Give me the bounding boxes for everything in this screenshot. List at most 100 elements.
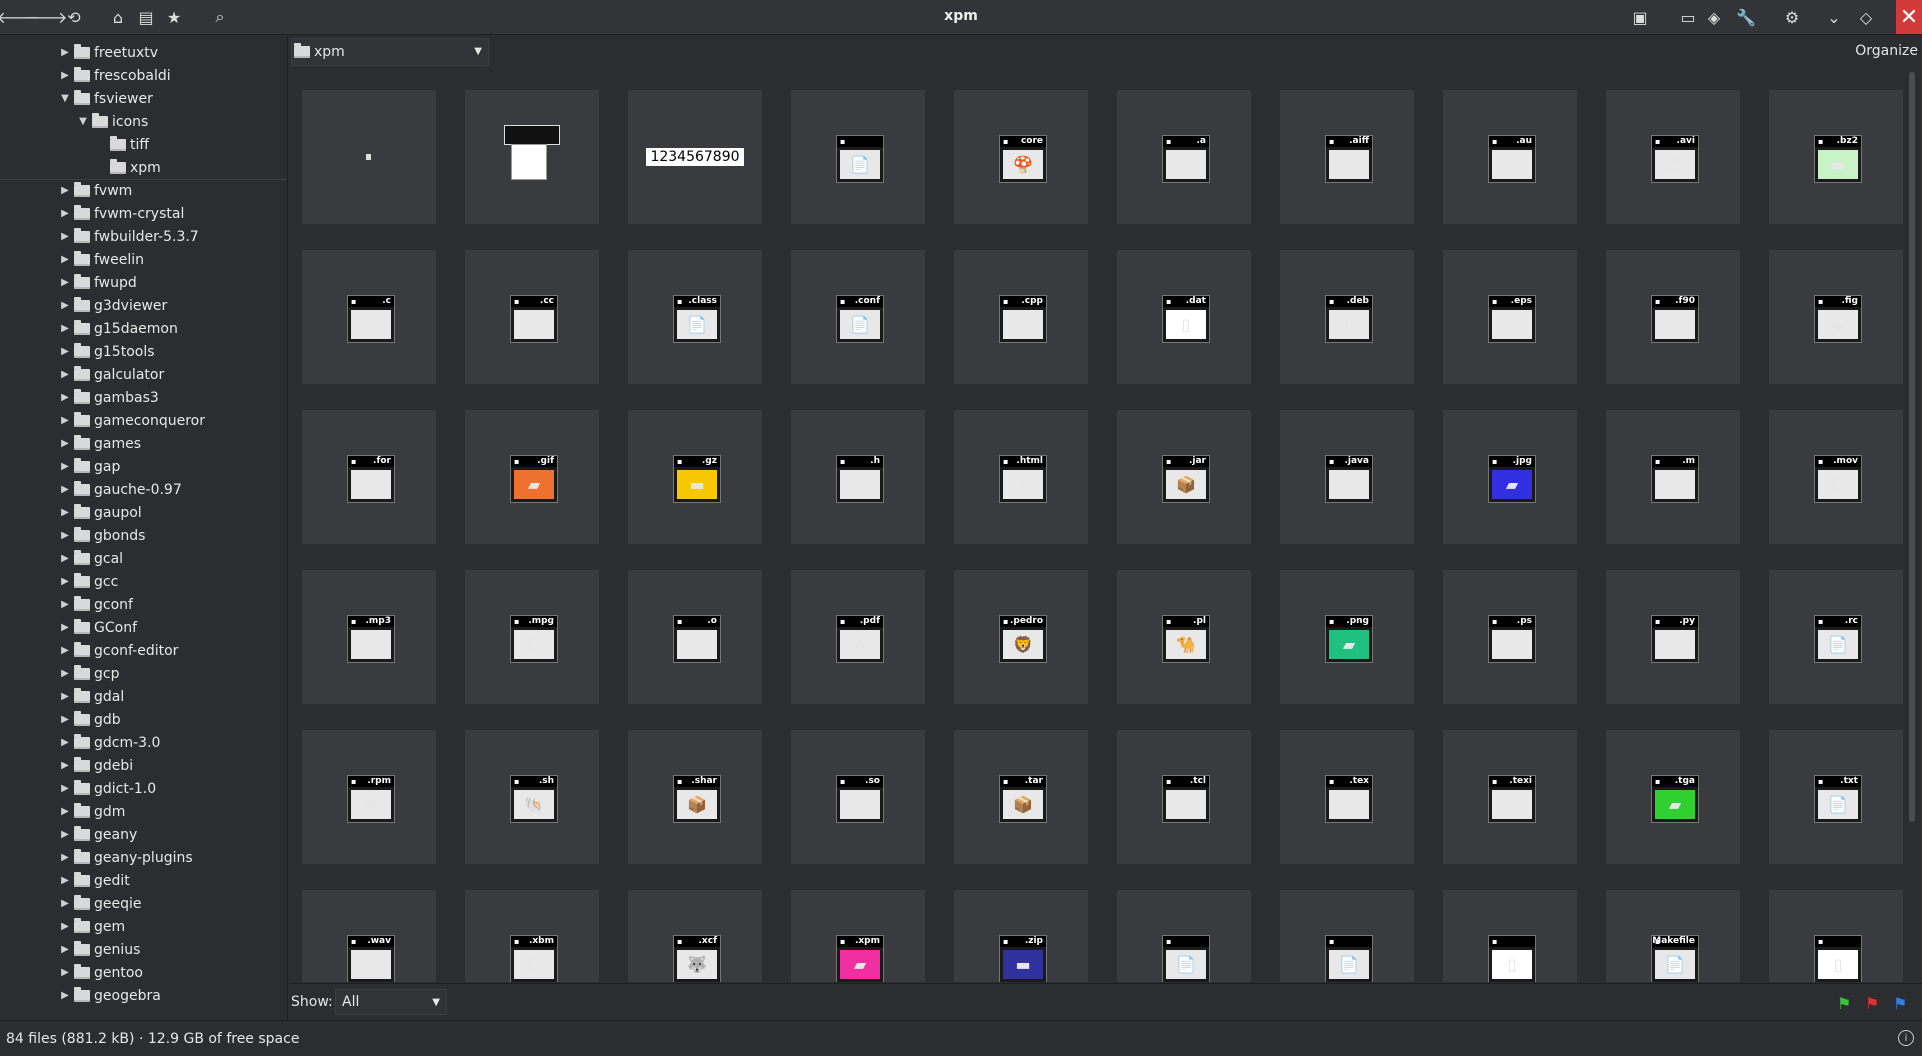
sidebar-item[interactable]: ▶ gconf-editor — [0, 639, 287, 662]
thumbnail-tile[interactable]: .wav ▪ 〰 — [302, 890, 436, 982]
chevron-right-icon[interactable]: ▶ — [58, 898, 72, 909]
thumbnail-tile[interactable]: .dat ▪ ▯ — [1117, 250, 1251, 384]
chevron-right-icon[interactable]: ▶ — [58, 852, 72, 863]
chevron-right-icon[interactable]: ▶ — [58, 691, 72, 702]
chevron-right-icon[interactable]: ▶ — [58, 438, 72, 449]
chevron-right-icon[interactable]: ▶ — [58, 254, 72, 265]
sidebar-item[interactable]: ▶ freetuxtv — [0, 41, 287, 64]
chevron-right-icon[interactable]: ▶ — [58, 208, 72, 219]
thumbnail-tile[interactable]: .xpm ▪ ▰ — [791, 890, 925, 982]
thumbnail-tile[interactable]: .fig ▪ ◆ — [1769, 250, 1903, 384]
thumbnail-tile[interactable]: .zip ▪ ▬ — [954, 890, 1088, 982]
sidebar-item[interactable]: ▶ gem — [0, 915, 287, 938]
sidebar-item[interactable]: ▶ fwbuilder-5.3.7 — [0, 225, 287, 248]
chevron-right-icon[interactable]: ▶ — [58, 990, 72, 1001]
chevron-right-icon[interactable]: ▶ — [58, 484, 72, 495]
sidebar-item[interactable]: ▼ icons — [0, 110, 287, 133]
sidebar-item[interactable]: ▶ g15tools — [0, 340, 287, 363]
thumbnail-tile[interactable]: .mp3 ▪ ☺ — [302, 570, 436, 704]
sidebar-item[interactable]: ▶ fweelin — [0, 248, 287, 271]
chevron-right-icon[interactable]: ▶ — [58, 369, 72, 380]
thumbnail-tile[interactable]: .so ▪ ◎ — [791, 730, 925, 864]
sidebar-item[interactable]: ▶ gcp — [0, 662, 287, 685]
thumbnail-tile[interactable]: .jpg ▪ ▰ — [1443, 410, 1577, 544]
green-flag-icon[interactable]: ⚑ — [1837, 994, 1851, 1013]
sidebar-item[interactable]: ▶ gdebi — [0, 754, 287, 777]
sidebar-item[interactable]: ▶ gambas3 — [0, 386, 287, 409]
sidebar-item[interactable]: ▶ genius — [0, 938, 287, 961]
chevron-right-icon[interactable]: ▶ — [58, 47, 72, 58]
sidebar-item[interactable]: ▶ geogebra — [0, 984, 287, 1007]
thumbnail-tile[interactable]: .au ▪ 〰 — [1443, 90, 1577, 224]
chevron-right-icon[interactable]: ▶ — [58, 737, 72, 748]
path-combo[interactable]: xpm ▼ — [291, 38, 489, 66]
sidebar-item[interactable]: ▶ gdb — [0, 708, 287, 731]
chevron-right-icon[interactable]: ▶ — [58, 622, 72, 633]
thumbnail-tile[interactable]: .f90 ▪ ◎ — [1606, 250, 1740, 384]
sidebar-item[interactable]: ▶ fwupd — [0, 271, 287, 294]
chevron-right-icon[interactable]: ▶ — [58, 599, 72, 610]
sidebar-item[interactable]: ▶ gbonds — [0, 524, 287, 547]
sidebar-item[interactable]: ▶ fvwm-crystal — [0, 202, 287, 225]
thumbnail-tile[interactable]: .tex ▪ TeX — [1280, 730, 1414, 864]
red-flag-icon[interactable]: ⚑ — [1865, 994, 1879, 1013]
thumbnail-tile[interactable]: ▪ 📄 — [1280, 890, 1414, 982]
chevron-right-icon[interactable]: ▶ — [58, 875, 72, 886]
thumbnail-tile[interactable]: .o ▪ ◎ — [628, 570, 762, 704]
thumbnail-tile[interactable]: .deb ▪ ϱ — [1280, 250, 1414, 384]
thumbnail-tile[interactable]: .jar ▪ 📦 — [1117, 410, 1251, 544]
chevron-right-icon[interactable]: ▶ — [58, 415, 72, 426]
chevron-right-icon[interactable]: ▶ — [58, 507, 72, 518]
thumbnail-tile[interactable]: .gif ▪ ▰ — [465, 410, 599, 544]
sidebar-item[interactable]: ▶ gauche-0.97 — [0, 478, 287, 501]
thumbnail-tile[interactable]: .rpm ▪ ● — [302, 730, 436, 864]
sidebar-item[interactable]: ▶ g3dviewer — [0, 294, 287, 317]
thumbnail-tile[interactable]: .pedro ▪ 🦁 — [954, 570, 1088, 704]
thumbnail-tile[interactable]: .sh ▪ 🐚 — [465, 730, 599, 864]
thumbnail-tile[interactable]: .bz2 ▪ ▬ — [1769, 90, 1903, 224]
sidebar-item[interactable]: ▶ gcc — [0, 570, 287, 593]
gear-icon[interactable]: ⚙ — [1780, 5, 1804, 29]
sidebar-item[interactable]: ▶ gentoo — [0, 961, 287, 984]
chevron-right-icon[interactable]: ▶ — [58, 530, 72, 541]
thumbnail-tile[interactable]: .h ▪ ◎ — [791, 410, 925, 544]
thumbnail-tile[interactable]: .xcf ▪ 🐺 — [628, 890, 762, 982]
sidebar-item[interactable]: ▶ gdal — [0, 685, 287, 708]
chevron-right-icon[interactable]: ▶ — [58, 70, 72, 81]
chevron-right-icon[interactable]: ▶ — [58, 921, 72, 932]
thumbnail-tile[interactable]: ▪ ▯ — [1443, 890, 1577, 982]
thumbnail-tile[interactable]: .m ▪ ◎ — [1606, 410, 1740, 544]
chevron-right-icon[interactable]: ▶ — [58, 760, 72, 771]
wrench-icon[interactable]: 🔧 — [1734, 5, 1758, 29]
thumbnail-tile[interactable]: .class ▪ 📄 — [628, 250, 762, 384]
thumbnail-tile[interactable]: .gz ▪ ▬ — [628, 410, 762, 544]
sidebar-item[interactable]: ▼ fsviewer — [0, 87, 287, 110]
close-icon[interactable]: ✕ — [1896, 0, 1922, 34]
thumbnail-tile[interactable]: ▪ 📄 — [791, 90, 925, 224]
chevron-right-icon[interactable]: ▶ — [58, 553, 72, 564]
thumbnail-tile[interactable]: .txt ▪ 📄 — [1769, 730, 1903, 864]
chevron-right-icon[interactable]: ▶ — [58, 231, 72, 242]
thumbnail-tile[interactable]: .py ▪ python — [1606, 570, 1740, 704]
thumbnail-tile[interactable]: .c ▪ ◎ — [302, 250, 436, 384]
chevron-right-icon[interactable]: ▶ — [58, 461, 72, 472]
thumbnail-tile[interactable]: .cc ▪ ◎ — [465, 250, 599, 384]
thumbnail-tile[interactable]: .ps ▪ ✎ — [1443, 570, 1577, 704]
sidebar-item[interactable]: ▶ fvwm — [0, 179, 287, 202]
sidebar-item[interactable]: ▶ galculator — [0, 363, 287, 386]
thumbnail-tile[interactable]: .png ▪ ▰ — [1280, 570, 1414, 704]
thumbnail-tile[interactable]: .cpp ▪ ◎ — [954, 250, 1088, 384]
thumbnail-tile[interactable]: core ▪ 🍄 — [954, 90, 1088, 224]
thumbnail-tile[interactable]: .texi ▪ TeX — [1443, 730, 1577, 864]
blue-flag-icon[interactable]: ⚑ — [1893, 994, 1907, 1013]
sidebar-item[interactable]: tiff — [0, 133, 287, 156]
chevron-right-icon[interactable]: ▶ — [58, 783, 72, 794]
sidebar-item[interactable]: ▶ gap — [0, 455, 287, 478]
thumbnail-tile[interactable]: .tar ▪ 📦 — [954, 730, 1088, 864]
scrollbar-thumb[interactable] — [1909, 72, 1915, 822]
chevron-right-icon[interactable]: ▶ — [58, 714, 72, 725]
chevron-right-icon[interactable]: ▶ — [58, 806, 72, 817]
show-filter-select[interactable]: All ▼ — [335, 989, 447, 1015]
thumbnail-tile[interactable]: .a ▪ ◎ — [1117, 90, 1251, 224]
chevron-right-icon[interactable]: ▶ — [58, 323, 72, 334]
